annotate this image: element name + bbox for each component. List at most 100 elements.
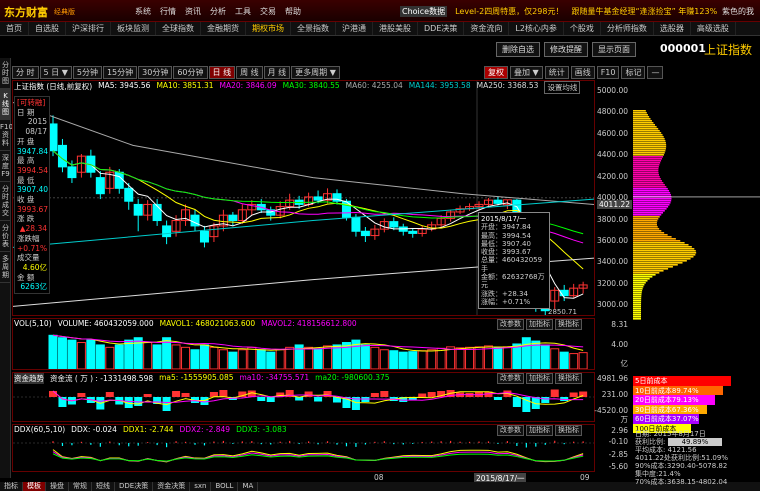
fund-promo-link[interactable]: 跟随量牛基金经理“逢涨捡宝” 年赚123% — [571, 6, 717, 17]
action-button-0[interactable]: 删除自选 — [496, 42, 540, 57]
period-button-6[interactable]: 日 线 — [208, 66, 236, 79]
choice-link[interactable]: Choice数据 — [400, 6, 448, 17]
chip-bar — [633, 192, 671, 194]
chip-bar — [633, 256, 694, 258]
period-button-9[interactable]: 更多周期 ▼ — [291, 66, 340, 79]
module-tab-11[interactable]: 资金流向 — [464, 22, 510, 35]
template-tab-6[interactable]: 资金决策 — [153, 482, 191, 491]
menu-item-6[interactable]: 帮助 — [285, 6, 301, 17]
action-button-2[interactable]: 显示页面 — [592, 42, 636, 57]
fund-subbutton-1[interactable]: 加指标 — [526, 373, 553, 384]
menu-item-3[interactable]: 分析 — [210, 6, 226, 17]
chip-bar — [633, 318, 642, 320]
left-tab-0[interactable]: 分时图 — [0, 58, 11, 89]
module-tab-7[interactable]: 全景指数 — [291, 22, 336, 35]
fund-tick-1: 231.00 — [601, 390, 628, 399]
module-tab-16[interactable]: 高级选股 — [691, 22, 736, 35]
menu-item-1[interactable]: 行情 — [160, 6, 176, 17]
period-button-3[interactable]: 15分钟 — [102, 66, 138, 79]
action-button-1[interactable]: 修改提醒 — [544, 42, 588, 57]
menu-item-5[interactable]: 交易 — [260, 6, 276, 17]
candle-body — [228, 214, 238, 222]
tool-button-4[interactable]: F10 — [596, 66, 620, 79]
template-tab-7[interactable]: sxn — [190, 482, 212, 491]
ddx-bar — [52, 441, 54, 443]
chip-bar — [633, 178, 661, 180]
module-tab-8[interactable]: 沪港通 — [336, 22, 373, 35]
module-tab-14[interactable]: 分析师指数 — [601, 22, 654, 35]
vol-subbutton-2[interactable]: 换指标 — [555, 319, 582, 330]
period-button-0[interactable]: 分 时 — [12, 66, 39, 79]
template-tab-0[interactable]: 指标 — [0, 482, 23, 491]
period-button-2[interactable]: 5分钟 — [72, 66, 102, 79]
ddx-subbutton-0[interactable]: 改参数 — [497, 425, 524, 436]
menu-item-0[interactable]: 系统 — [135, 6, 151, 17]
template-tab-3[interactable]: 常规 — [69, 482, 92, 491]
xaxis-month-08: 08 — [374, 473, 384, 482]
level2-promo-link[interactable]: Level-2四周特惠，仅298元！ — [455, 6, 563, 17]
left-tab-6[interactable]: 多周期 — [0, 252, 11, 283]
ddx-subbutton-1[interactable]: 加指标 — [526, 425, 553, 436]
module-tab-5[interactable]: 金融期货 — [201, 22, 246, 35]
amount-value: 6263亿 — [20, 282, 47, 292]
ddx-bar — [525, 443, 527, 448]
tool-button-0[interactable]: 复权 — [484, 66, 508, 79]
period-button-1[interactable]: 5 日 ▼ — [39, 66, 72, 79]
tool-button-5[interactable]: 标记 — [621, 66, 646, 79]
ddx-subbutton-2[interactable]: 换指标 — [555, 425, 582, 436]
volume-bar — [427, 349, 437, 370]
module-tab-12[interactable]: L2核心内参 — [509, 22, 564, 35]
chip-bar — [633, 146, 667, 148]
module-tab-4[interactable]: 全球指数 — [156, 22, 201, 35]
period-button-5[interactable]: 60分钟 — [173, 66, 208, 79]
period-button-8[interactable]: 月 线 — [263, 66, 291, 79]
chip-bar — [633, 294, 642, 296]
template-tab-1[interactable]: 模板 — [23, 482, 46, 491]
left-tab-5[interactable]: 分价表 — [0, 221, 11, 252]
ma-settings-button[interactable]: 设置均线 — [544, 81, 581, 94]
left-tab-3[interactable]: 深度F9 — [0, 151, 11, 182]
candle-body — [199, 230, 209, 243]
period-button-4[interactable]: 30分钟 — [138, 66, 173, 79]
fund-subbutton-2[interactable]: 换指标 — [555, 373, 582, 384]
module-tab-9[interactable]: 港股美股 — [373, 22, 418, 35]
tool-button-2[interactable]: 统计 — [544, 66, 569, 79]
ddx-tick-1: -0.10 — [608, 437, 628, 446]
chip-bar — [633, 242, 685, 244]
chip-bar — [633, 166, 659, 168]
vol-subbutton-1[interactable]: 加指标 — [526, 319, 553, 330]
fund-subbutton-0[interactable]: 改参数 — [497, 373, 524, 384]
menu-item-4[interactable]: 工具 — [235, 6, 251, 17]
chip-bar — [633, 244, 689, 246]
module-tab-6[interactable]: 期权市场 — [246, 22, 291, 35]
left-tab-2[interactable]: F10资料 — [0, 120, 13, 151]
chip-bar — [633, 254, 696, 256]
template-tab-8[interactable]: BOLL — [211, 482, 239, 491]
tool-button-1[interactable]: 叠加 ▼ — [510, 66, 543, 79]
module-tab-2[interactable]: 沪深排行 — [66, 22, 111, 35]
fund-indicator-name: 资金趋势 — [14, 373, 44, 384]
template-tab-9[interactable]: MA — [238, 482, 259, 491]
tool-button-3[interactable]: 画线 — [570, 66, 595, 79]
module-tab-10[interactable]: DDE决策 — [418, 22, 465, 35]
fund-flow-legend: 资金趋势 资金流 ( 万 ) : -1331498.598 ma5: -155590… — [14, 373, 390, 384]
template-tab-4[interactable]: 短线 — [92, 482, 115, 491]
left-tab-4[interactable]: 分时成交 — [0, 182, 11, 221]
module-tab-15[interactable]: 选股器 — [654, 22, 691, 35]
module-tab-3[interactable]: 板块监测 — [111, 22, 156, 35]
fund-flow-bar — [181, 393, 190, 397]
left-tab-1[interactable]: K线图 — [0, 89, 11, 120]
menu-item-2[interactable]: 资讯 — [185, 6, 201, 17]
template-tab-5[interactable]: DDE决策 — [115, 482, 154, 491]
period-button-7[interactable]: 周 线 — [236, 66, 263, 79]
template-tab-2[interactable]: 操盘 — [46, 482, 69, 491]
module-tab-0[interactable]: 首页 — [0, 22, 29, 35]
ddx-tick-0: 2.96 — [611, 426, 628, 435]
module-tab-1[interactable]: 自选股 — [29, 22, 66, 35]
tool-button-6[interactable]: — — [647, 66, 664, 79]
module-tab-13[interactable]: 个股戏 — [564, 22, 601, 35]
skin-selector[interactable]: 紫色的我 — [722, 6, 754, 17]
vol-subbutton-0[interactable]: 改参数 — [497, 319, 524, 330]
volume-bar — [190, 349, 200, 370]
vol-value-2: MAVOL2: 418156612.800 — [261, 319, 357, 328]
